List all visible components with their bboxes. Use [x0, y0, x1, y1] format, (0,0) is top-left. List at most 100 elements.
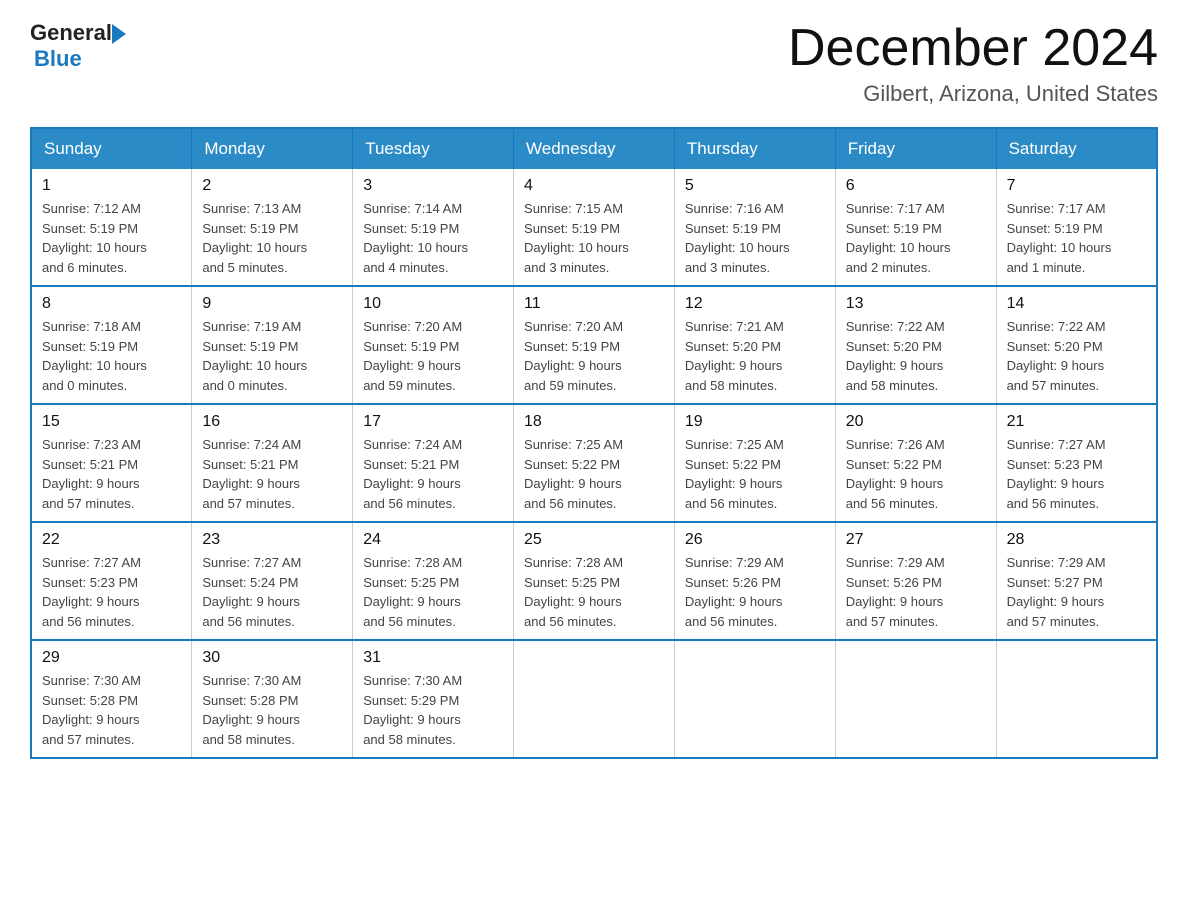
day-info: Sunrise: 7:17 AM Sunset: 5:19 PM Dayligh… [846, 199, 986, 277]
day-number: 13 [846, 295, 986, 313]
calendar-cell: 7 Sunrise: 7:17 AM Sunset: 5:19 PM Daylig… [996, 169, 1157, 286]
logo-general-text: General [30, 20, 112, 46]
day-header-saturday: Saturday [996, 128, 1157, 169]
day-number: 31 [363, 649, 503, 667]
day-info: Sunrise: 7:28 AM Sunset: 5:25 PM Dayligh… [524, 553, 664, 631]
calendar-cell: 21 Sunrise: 7:27 AM Sunset: 5:23 PM Dayli… [996, 404, 1157, 522]
calendar-cell [674, 640, 835, 758]
calendar-week-1: 1 Sunrise: 7:12 AM Sunset: 5:19 PM Daylig… [31, 169, 1157, 286]
header: General Blue December 2024 Gilbert, Ariz… [30, 20, 1158, 107]
day-number: 7 [1007, 177, 1146, 195]
day-info: Sunrise: 7:15 AM Sunset: 5:19 PM Dayligh… [524, 199, 664, 277]
calendar-cell [996, 640, 1157, 758]
day-info: Sunrise: 7:14 AM Sunset: 5:19 PM Dayligh… [363, 199, 503, 277]
calendar-cell: 10 Sunrise: 7:20 AM Sunset: 5:19 PM Dayli… [353, 286, 514, 404]
day-number: 29 [42, 649, 181, 667]
day-info: Sunrise: 7:29 AM Sunset: 5:27 PM Dayligh… [1007, 553, 1146, 631]
calendar-cell: 27 Sunrise: 7:29 AM Sunset: 5:26 PM Dayli… [835, 522, 996, 640]
day-number: 23 [202, 531, 342, 549]
day-number: 30 [202, 649, 342, 667]
day-number: 18 [524, 413, 664, 431]
day-number: 25 [524, 531, 664, 549]
day-info: Sunrise: 7:27 AM Sunset: 5:23 PM Dayligh… [42, 553, 181, 631]
day-number: 14 [1007, 295, 1146, 313]
day-number: 27 [846, 531, 986, 549]
calendar-week-5: 29 Sunrise: 7:30 AM Sunset: 5:28 PM Dayli… [31, 640, 1157, 758]
day-header-friday: Friday [835, 128, 996, 169]
day-info: Sunrise: 7:20 AM Sunset: 5:19 PM Dayligh… [524, 317, 664, 395]
day-info: Sunrise: 7:22 AM Sunset: 5:20 PM Dayligh… [846, 317, 986, 395]
day-info: Sunrise: 7:17 AM Sunset: 5:19 PM Dayligh… [1007, 199, 1146, 277]
day-info: Sunrise: 7:22 AM Sunset: 5:20 PM Dayligh… [1007, 317, 1146, 395]
calendar-cell: 31 Sunrise: 7:30 AM Sunset: 5:29 PM Dayli… [353, 640, 514, 758]
day-number: 26 [685, 531, 825, 549]
calendar-cell: 12 Sunrise: 7:21 AM Sunset: 5:20 PM Dayli… [674, 286, 835, 404]
calendar-cell: 3Sunrise: 7:14 AM Sunset: 5:19 PM Daylig… [353, 169, 514, 286]
day-number: 6 [846, 177, 986, 195]
day-info: Sunrise: 7:26 AM Sunset: 5:22 PM Dayligh… [846, 435, 986, 513]
day-number: 15 [42, 413, 181, 431]
calendar-cell: 20Sunrise: 7:26 AM Sunset: 5:22 PM Dayli… [835, 404, 996, 522]
calendar-cell: 11Sunrise: 7:20 AM Sunset: 5:19 PM Dayli… [514, 286, 675, 404]
calendar-cell: 19Sunrise: 7:25 AM Sunset: 5:22 PM Dayli… [674, 404, 835, 522]
day-info: Sunrise: 7:16 AM Sunset: 5:19 PM Dayligh… [685, 199, 825, 277]
day-number: 1 [42, 177, 181, 195]
calendar-cell: 15 Sunrise: 7:23 AM Sunset: 5:21 PM Dayli… [31, 404, 192, 522]
logo-triangle-icon [112, 24, 126, 44]
day-header-sunday: Sunday [31, 128, 192, 169]
day-number: 2 [202, 177, 342, 195]
calendar-cell: 18 Sunrise: 7:25 AM Sunset: 5:22 PM Dayli… [514, 404, 675, 522]
calendar-cell: 26 Sunrise: 7:29 AM Sunset: 5:26 PM Dayli… [674, 522, 835, 640]
day-info: Sunrise: 7:29 AM Sunset: 5:26 PM Dayligh… [685, 553, 825, 631]
day-info: Sunrise: 7:23 AM Sunset: 5:21 PM Dayligh… [42, 435, 181, 513]
day-number: 4 [524, 177, 664, 195]
day-info: Sunrise: 7:21 AM Sunset: 5:20 PM Dayligh… [685, 317, 825, 395]
day-number: 19 [685, 413, 825, 431]
day-number: 10 [363, 295, 503, 313]
calendar-cell: 14 Sunrise: 7:22 AM Sunset: 5:20 PM Dayli… [996, 286, 1157, 404]
calendar-week-4: 22 Sunrise: 7:27 AM Sunset: 5:23 PM Dayli… [31, 522, 1157, 640]
day-info: Sunrise: 7:29 AM Sunset: 5:26 PM Dayligh… [846, 553, 986, 631]
day-info: Sunrise: 7:27 AM Sunset: 5:24 PM Dayligh… [202, 553, 342, 631]
day-number: 5 [685, 177, 825, 195]
day-number: 21 [1007, 413, 1146, 431]
day-info: Sunrise: 7:13 AM Sunset: 5:19 PM Dayligh… [202, 199, 342, 277]
calendar-cell: 17 Sunrise: 7:24 AM Sunset: 5:21 PM Dayli… [353, 404, 514, 522]
calendar-week-3: 15 Sunrise: 7:23 AM Sunset: 5:21 PM Dayli… [31, 404, 1157, 522]
calendar-table: SundayMondayTuesdayWednesdayThursdayFrid… [30, 127, 1158, 759]
day-number: 28 [1007, 531, 1146, 549]
day-info: Sunrise: 7:27 AM Sunset: 5:23 PM Dayligh… [1007, 435, 1146, 513]
day-number: 12 [685, 295, 825, 313]
calendar-cell: 29 Sunrise: 7:30 AM Sunset: 5:28 PM Dayli… [31, 640, 192, 758]
calendar-cell: 28 Sunrise: 7:29 AM Sunset: 5:27 PM Dayli… [996, 522, 1157, 640]
day-info: Sunrise: 7:12 AM Sunset: 5:19 PM Dayligh… [42, 199, 181, 277]
month-title: December 2024 [788, 20, 1158, 77]
calendar-cell [514, 640, 675, 758]
day-number: 22 [42, 531, 181, 549]
day-info: Sunrise: 7:24 AM Sunset: 5:21 PM Dayligh… [202, 435, 342, 513]
day-info: Sunrise: 7:25 AM Sunset: 5:22 PM Dayligh… [524, 435, 664, 513]
day-number: 24 [363, 531, 503, 549]
day-header-monday: Monday [192, 128, 353, 169]
calendar-cell: 16 Sunrise: 7:24 AM Sunset: 5:21 PM Dayli… [192, 404, 353, 522]
calendar-cell: 2 Sunrise: 7:13 AM Sunset: 5:19 PM Daylig… [192, 169, 353, 286]
calendar-cell: 8Sunrise: 7:18 AM Sunset: 5:19 PM Daylig… [31, 286, 192, 404]
day-header-thursday: Thursday [674, 128, 835, 169]
header-row: SundayMondayTuesdayWednesdayThursdayFrid… [31, 128, 1157, 169]
day-number: 16 [202, 413, 342, 431]
day-info: Sunrise: 7:24 AM Sunset: 5:21 PM Dayligh… [363, 435, 503, 513]
day-number: 17 [363, 413, 503, 431]
calendar-cell: 5 Sunrise: 7:16 AM Sunset: 5:19 PM Daylig… [674, 169, 835, 286]
calendar-cell: 25 Sunrise: 7:28 AM Sunset: 5:25 PM Dayli… [514, 522, 675, 640]
day-info: Sunrise: 7:20 AM Sunset: 5:19 PM Dayligh… [363, 317, 503, 395]
day-info: Sunrise: 7:30 AM Sunset: 5:29 PM Dayligh… [363, 671, 503, 749]
calendar-cell: 22 Sunrise: 7:27 AM Sunset: 5:23 PM Dayli… [31, 522, 192, 640]
calendar-cell: 4 Sunrise: 7:15 AM Sunset: 5:19 PM Daylig… [514, 169, 675, 286]
day-info: Sunrise: 7:30 AM Sunset: 5:28 PM Dayligh… [202, 671, 342, 749]
logo-blue-text: Blue [34, 46, 126, 72]
day-info: Sunrise: 7:30 AM Sunset: 5:28 PM Dayligh… [42, 671, 181, 749]
calendar-cell: 24Sunrise: 7:28 AM Sunset: 5:25 PM Dayli… [353, 522, 514, 640]
day-header-wednesday: Wednesday [514, 128, 675, 169]
calendar-cell: 1 Sunrise: 7:12 AM Sunset: 5:19 PM Daylig… [31, 169, 192, 286]
calendar-week-2: 8Sunrise: 7:18 AM Sunset: 5:19 PM Daylig… [31, 286, 1157, 404]
